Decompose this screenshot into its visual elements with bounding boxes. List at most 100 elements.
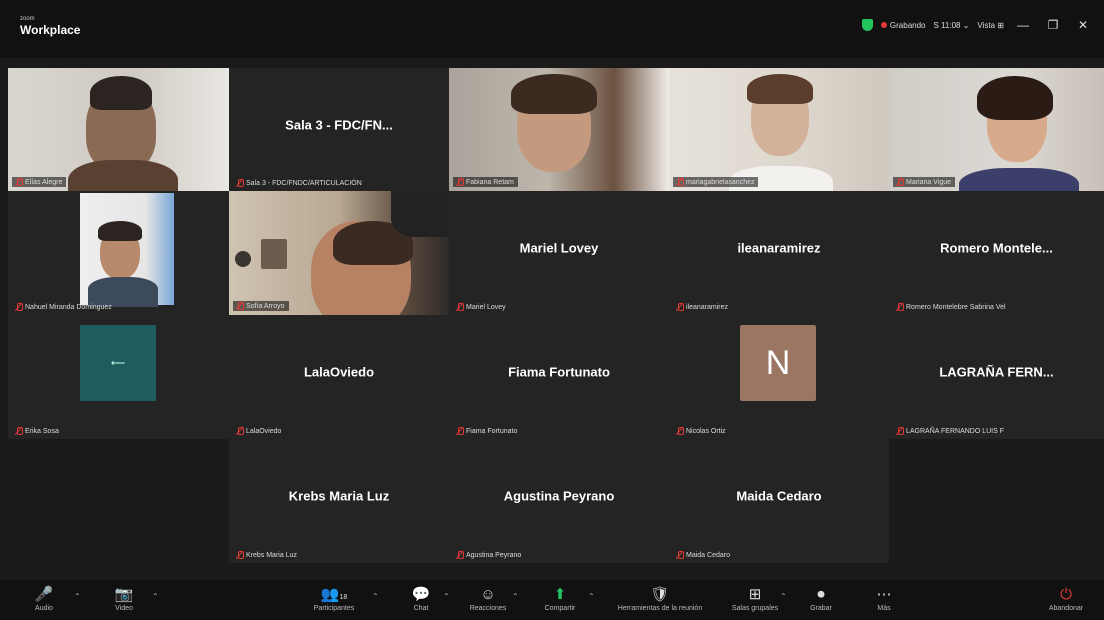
participant-video [449, 68, 669, 191]
mic-muted-icon [457, 427, 464, 435]
participants-button[interactable]: 👥18 Participantes [294, 585, 374, 612]
breakout-rooms-icon: ⊞ [748, 586, 762, 603]
participant-display-name: LAGRAÑA FERN... [939, 364, 1054, 380]
mic-muted-icon [16, 303, 23, 311]
participant-name: Romero Montelebre Sabrina Vel [897, 303, 1006, 311]
participant-name: Nicolas Ortiz [677, 427, 726, 435]
participant-display-name: ileanaramirez [737, 240, 821, 256]
participant-display-name: Mariel Lovey [519, 240, 599, 256]
participant-avatar: ⟵ [80, 325, 156, 401]
participant-tile[interactable]: Romero Montele... Romero Montelebre Sabr… [889, 191, 1104, 315]
participant-name: Erika Sosa [16, 427, 59, 435]
meeting-toolbar: 🎤 Audio ⌃ 📷 Video ⌃ 👥18 Participantes ⌃ … [0, 580, 1104, 620]
participant-name: Sofía Arroyo [233, 301, 289, 311]
title-bar: zoom Workplace Grabando S 11:08 ⌄ Vista … [0, 0, 1104, 58]
mic-muted-icon [16, 178, 23, 186]
participant-tile[interactable]: Mariana Vigue [889, 68, 1104, 191]
video-options-caret[interactable]: ⌃ [152, 592, 159, 601]
participant-avatar: N [740, 325, 816, 401]
shield-icon: 🛡 [650, 586, 670, 603]
participant-tile[interactable]: Sala 3 - FDC/FN... Sala 3 - FDC/FNDC/ART… [229, 68, 449, 191]
participant-name: Krebs Maria Luz [237, 551, 297, 559]
participant-display-name: Romero Montele... [940, 240, 1053, 256]
participant-display-name: Agustina Peyrano [503, 488, 615, 504]
title-bar-controls: Grabando S 11:08 ⌄ Vista ⊞ — ❐ ✕ [861, 18, 1094, 32]
participant-tile[interactable]: Elías Alegre [8, 68, 229, 191]
participant-name: Fabiana Retam [453, 177, 518, 187]
audio-button[interactable]: 🎤 Audio [4, 585, 84, 612]
security-shield-icon[interactable] [861, 19, 873, 31]
participant-tile[interactable]: Krebs Maria Luz Krebs Maria Luz [229, 439, 449, 563]
brand-small: zoom [20, 16, 35, 22]
close-button[interactable]: ✕ [1072, 18, 1094, 32]
share-screen-icon: ⬆ [553, 586, 567, 603]
mic-muted-icon [237, 551, 244, 559]
participant-display-name: Fiama Fortunato [508, 364, 610, 380]
mic-muted-icon [677, 178, 684, 186]
participant-tile[interactable]: Fabiana Retam [449, 68, 669, 191]
participant-video [8, 68, 229, 191]
participant-tile[interactable]: ileanaramirez ileanaramirez [669, 191, 889, 315]
participant-name: ileanaramirez [677, 303, 728, 311]
mic-muted-icon [897, 427, 904, 435]
participants-icon: 👥 [320, 586, 340, 603]
more-button[interactable]: ⋯ Más [844, 585, 924, 612]
participant-tile[interactable]: N Nicolas Ortiz [669, 315, 889, 439]
recording-indicator[interactable]: Grabando [880, 20, 926, 30]
mic-muted-icon [897, 303, 904, 311]
participant-name: Mariana Vigue [893, 177, 956, 187]
participant-tile[interactable]: Sofía Arroyo [229, 191, 449, 315]
record-icon: ⏺ [817, 586, 825, 603]
restore-button[interactable]: ❐ [1042, 18, 1064, 32]
mic-muted-icon [457, 303, 464, 311]
audio-options-caret[interactable]: ⌃ [74, 592, 81, 601]
mic-muted-icon [237, 179, 244, 187]
mic-muted-icon [457, 551, 464, 559]
participant-tile[interactable]: Fiama Fortunato Fiama Fortunato [449, 315, 669, 439]
participant-tile[interactable]: Maida Cedaro Maida Cedaro [669, 439, 889, 563]
brand-title: Workplace [20, 23, 81, 37]
participant-tile[interactable]: Mariel Lovey Mariel Lovey [449, 191, 669, 315]
leave-icon: ⏻ [1060, 586, 1072, 603]
mic-muted-icon [237, 302, 244, 310]
participant-display-name: Sala 3 - FDC/FN... [285, 117, 393, 133]
participant-tile[interactable]: mariagabrielasanchez [669, 68, 889, 191]
participant-video [80, 193, 174, 307]
participant-name: LAGRAÑA FERNANDO LUIS F [897, 427, 1004, 435]
minimize-button[interactable]: — [1012, 18, 1034, 32]
participant-display-name: Maida Cedaro [736, 488, 822, 504]
reactions-options-caret[interactable]: ⌃ [512, 592, 519, 601]
participant-tile[interactable]: Agustina Peyrano Agustina Peyrano [449, 439, 669, 563]
meeting-tools-button[interactable]: 🛡 Herramientas de la reunión [600, 585, 720, 612]
participant-tile[interactable]: ⟵ Erika Sosa [8, 315, 229, 439]
mic-muted-icon [677, 427, 684, 435]
participant-tile[interactable]: LalaOviedo LalaOviedo [229, 315, 449, 439]
avatar-logo-icon: ⟵ [110, 357, 126, 369]
mic-muted-icon [897, 178, 904, 186]
participant-video [669, 68, 889, 191]
participant-tile[interactable]: LAGRAÑA FERN... LAGRAÑA FERNANDO LUIS F [889, 315, 1104, 439]
participant-video [889, 68, 1104, 191]
view-button[interactable]: Vista ⊞ [977, 21, 1004, 30]
more-icon: ⋯ [876, 586, 892, 603]
participant-name: Fiama Fortunato [457, 427, 517, 435]
mic-muted-icon [457, 178, 464, 186]
recording-label: Grabando [889, 20, 926, 30]
participant-display-name: Krebs Maria Luz [288, 488, 390, 504]
participant-name: LalaOviedo [237, 427, 281, 435]
share-options-caret[interactable]: ⌃ [588, 592, 595, 601]
participant-name: mariagabrielasanchez [673, 177, 759, 187]
participant-display-name: LalaOviedo [303, 364, 375, 380]
mic-muted-icon [677, 303, 684, 311]
participant-tile[interactable]: Nahuel Miranda Dominguez [8, 191, 229, 315]
sync-indicator[interactable]: S 11:08 ⌄ [934, 21, 970, 30]
chat-icon: 💬 [411, 586, 431, 603]
leave-button[interactable]: ⏻ Abandonar [1026, 585, 1104, 612]
zoom-meeting-window: zoom Workplace Grabando S 11:08 ⌄ Vista … [0, 0, 1104, 620]
participants-options-caret[interactable]: ⌃ [372, 592, 379, 601]
participant-video [229, 191, 449, 315]
participant-name: Sala 3 - FDC/FNDC/ARTICULACIÓN [237, 179, 362, 187]
participant-name: Agustina Peyrano [457, 551, 521, 559]
camera-off-icon: 📷 [114, 586, 134, 603]
participant-name: Mariel Lovey [457, 303, 506, 311]
